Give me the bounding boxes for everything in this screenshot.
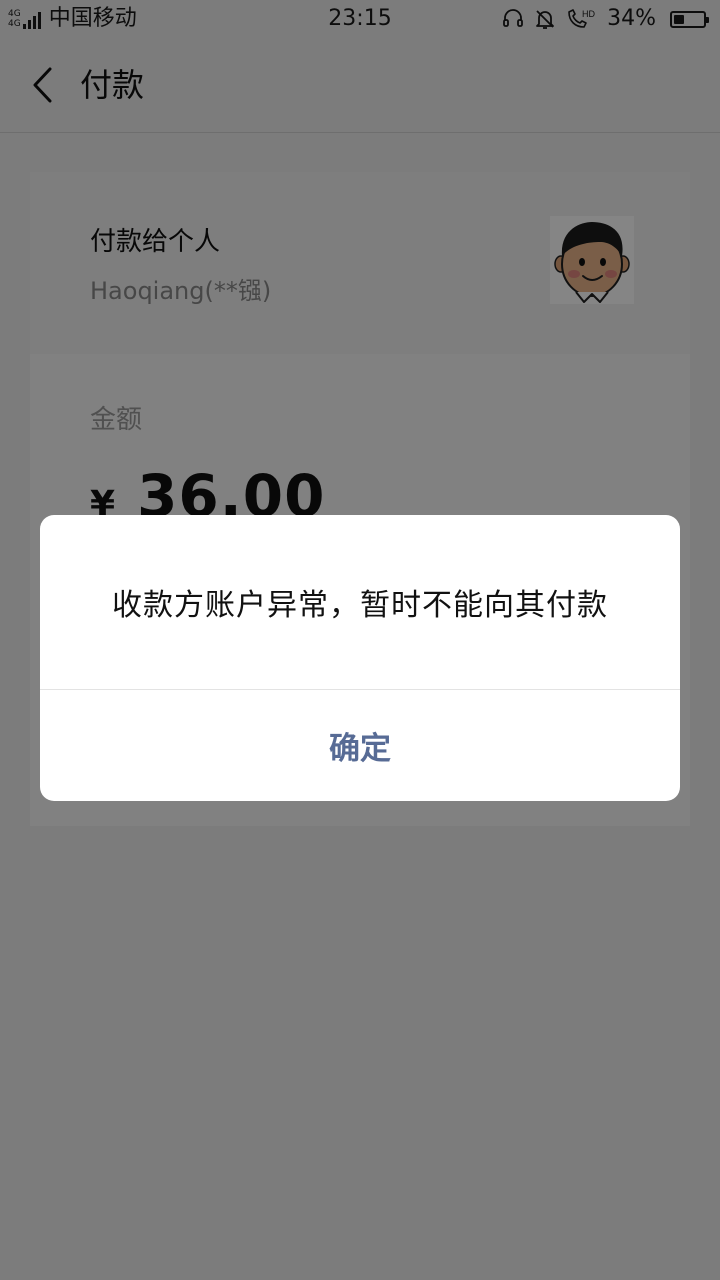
dialog-message: 收款方账户异常，暂时不能向其付款 — [112, 588, 608, 623]
alert-dialog: 收款方账户异常，暂时不能向其付款 确定 — [40, 515, 680, 801]
confirm-button[interactable]: 确定 — [40, 690, 680, 801]
